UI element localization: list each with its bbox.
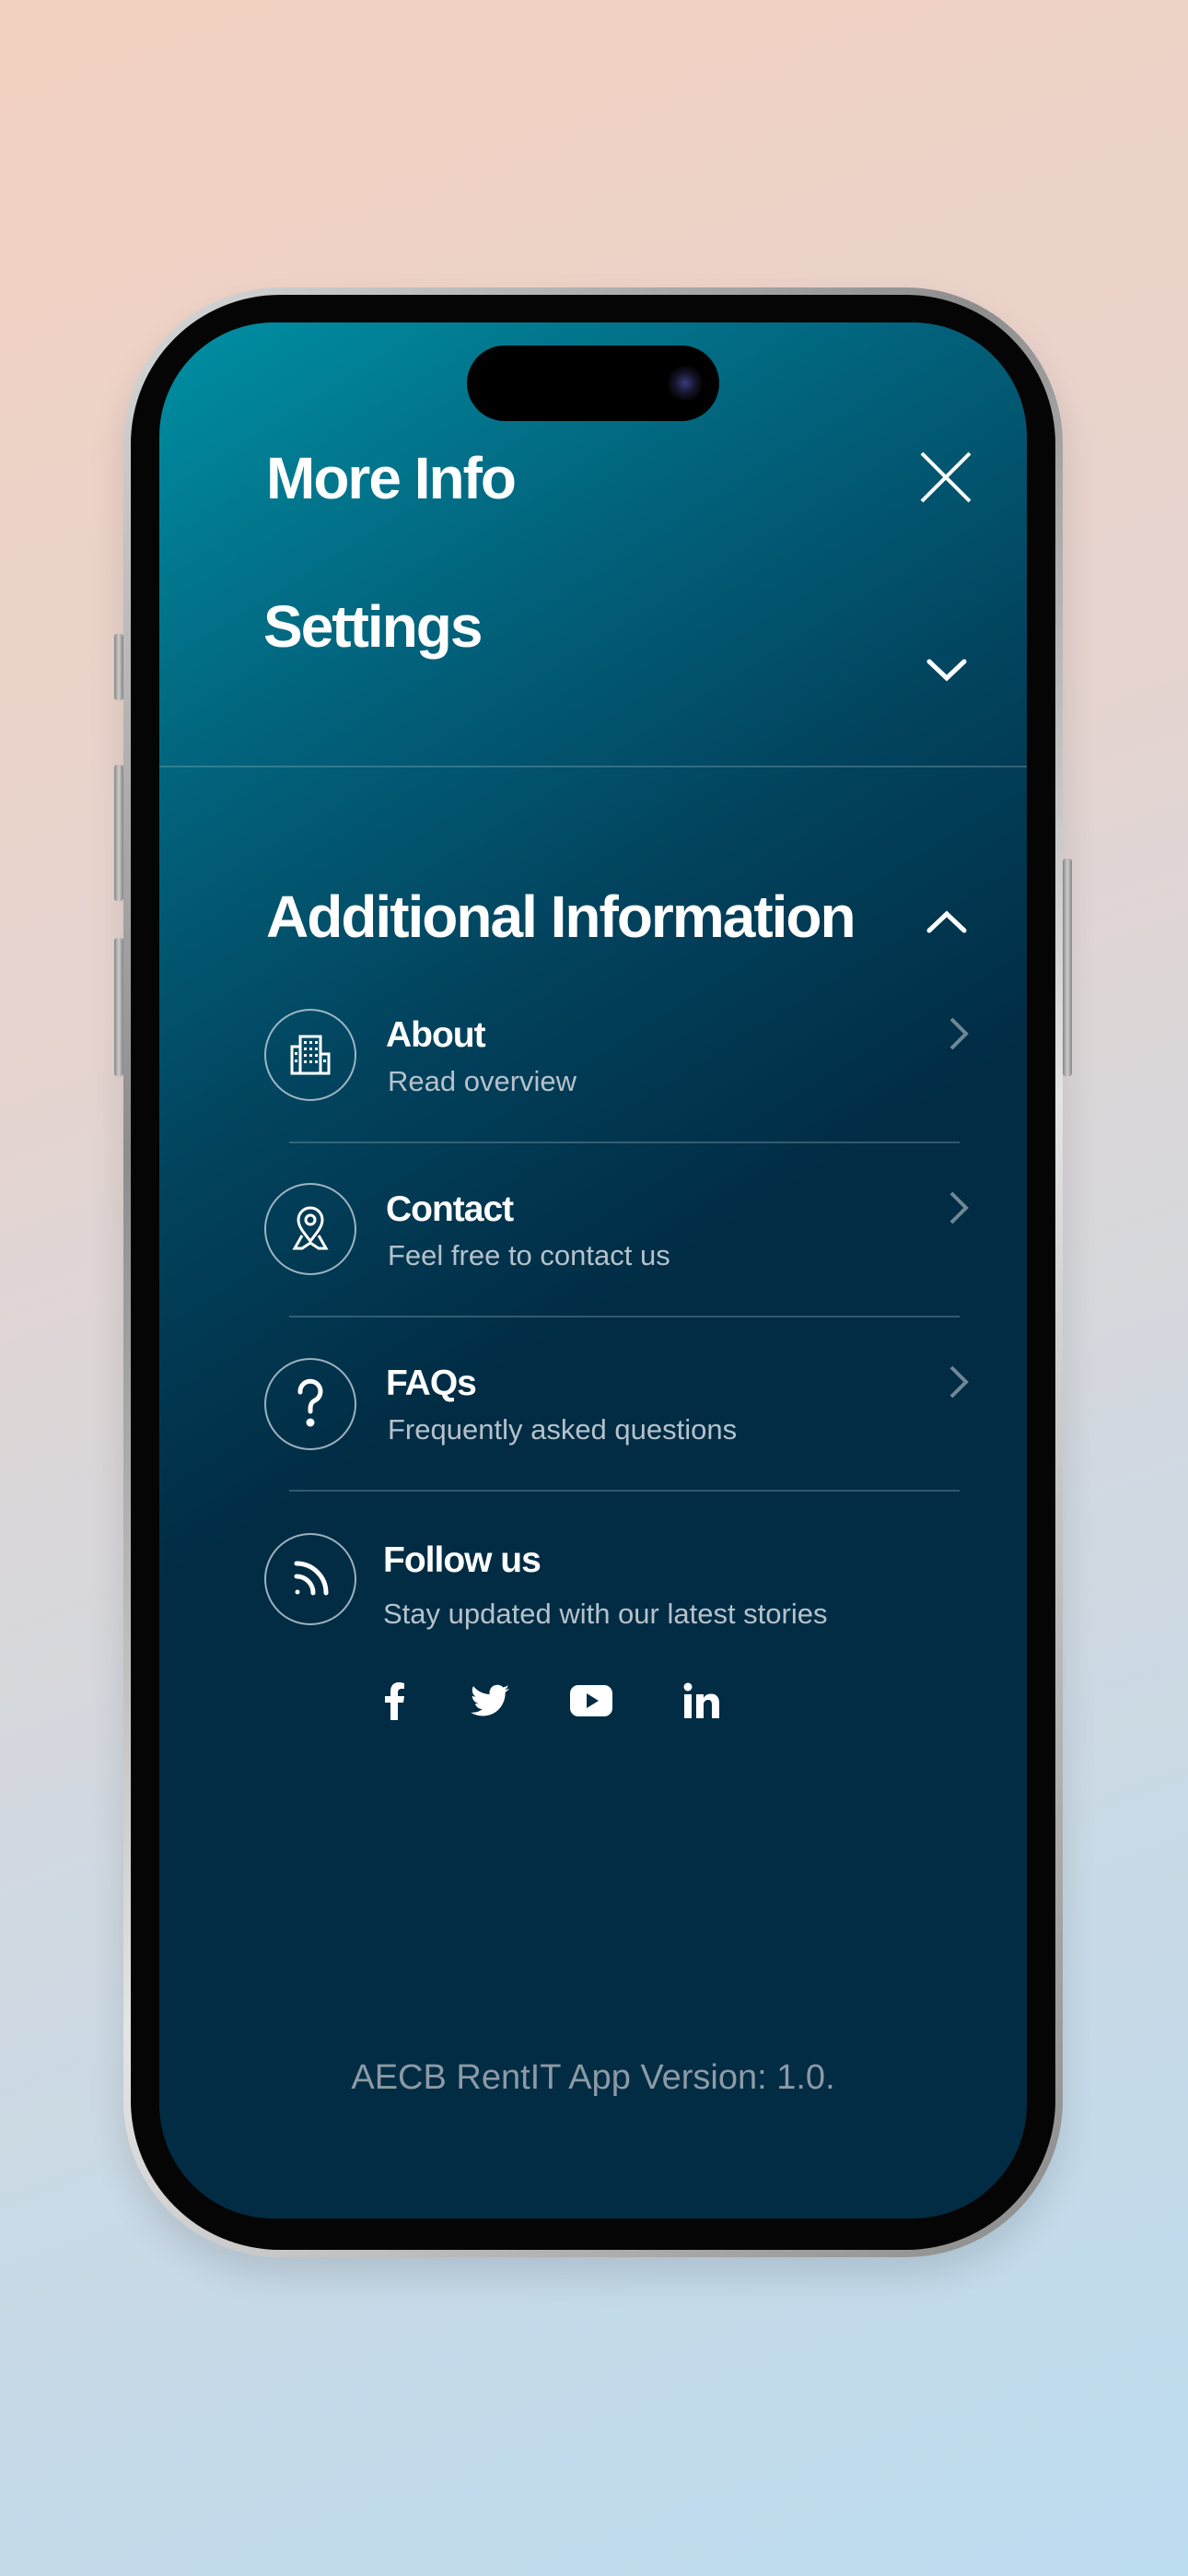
more-info-screen: More Info Settings Additional Informatio… [159, 322, 1027, 2219]
twitter-link[interactable] [467, 1679, 513, 1723]
volume-down-button [114, 938, 123, 1076]
youtube-icon [570, 1685, 612, 1716]
contact-title: Contact [386, 1189, 514, 1229]
rss-icon [294, 1561, 329, 1596]
question-icon [297, 1378, 323, 1427]
faqs-title: FAQs [386, 1364, 477, 1403]
chevron-right-icon [949, 1017, 969, 1050]
follow-icon-circle [264, 1533, 356, 1625]
map-pin-icon [292, 1206, 329, 1250]
settings-label: Settings [263, 593, 483, 660]
contact-icon-circle [264, 1183, 356, 1275]
chevron-up-icon [926, 910, 967, 933]
facebook-icon [385, 1682, 404, 1720]
linkedin-link[interactable] [681, 1679, 723, 1723]
item-divider [289, 1490, 960, 1492]
chevron-right-icon [949, 1365, 969, 1399]
twitter-icon [471, 1684, 509, 1716]
youtube-link[interactable] [568, 1679, 614, 1723]
about-icon-circle [264, 1009, 356, 1101]
linkedin-icon [683, 1682, 719, 1718]
power-button [1063, 859, 1072, 1076]
chevron-right-icon [949, 1191, 969, 1224]
dynamic-island [467, 345, 719, 421]
about-subtitle: Read overview [388, 1065, 577, 1097]
action-button [114, 634, 123, 700]
close-button[interactable] [918, 450, 973, 505]
follow-title: Follow us [383, 1540, 542, 1580]
close-icon [920, 451, 972, 503]
page-title: More Info [266, 445, 517, 511]
faqs-subtitle: Frequently asked questions [388, 1413, 738, 1446]
contact-subtitle: Feel free to contact us [388, 1239, 670, 1271]
volume-up-button [114, 765, 123, 901]
camera-icon [668, 366, 703, 401]
faqs-icon-circle [264, 1358, 356, 1450]
app-version: AECB RentIT App Version: 1.0. [351, 2058, 835, 2097]
additional-info-label: Additional Information [266, 884, 856, 950]
about-title: About [386, 1015, 486, 1055]
follow-subtitle: Stay updated with our latest stories [383, 1598, 828, 1630]
section-divider [159, 766, 1027, 767]
item-divider [289, 1142, 960, 1143]
facebook-link[interactable] [377, 1679, 413, 1723]
building-icon [290, 1035, 331, 1075]
item-divider [289, 1316, 960, 1317]
chevron-down-icon [926, 659, 967, 682]
